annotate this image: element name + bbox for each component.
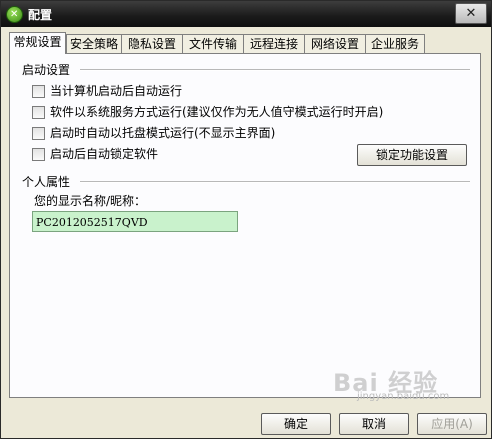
apply-button[interactable]: 应用(A): [417, 413, 487, 435]
tab-enterprise[interactable]: 企业服务: [365, 34, 425, 53]
tray-mode-label: 启动时自动以托盘模式运行(不显示主界面): [50, 126, 276, 140]
cancel-button[interactable]: 取消: [339, 413, 409, 435]
auto-lock-checkbox[interactable]: [32, 148, 45, 161]
personal-divider: [80, 181, 470, 183]
title-bar[interactable]: 配置 ✕: [1, 1, 491, 27]
ok-button[interactable]: 确定: [261, 413, 331, 435]
config-window: 配置 ✕ 常规设置 安全策略 隐私设置 文件传输 远程连接 网络设置 企业服务 …: [0, 0, 492, 439]
display-name-label: 您的显示名称/昵称：: [34, 194, 147, 208]
tray-mode-checkbox[interactable]: [32, 127, 45, 140]
close-button[interactable]: ✕: [455, 3, 487, 24]
tab-file-transfer[interactable]: 文件传输: [182, 34, 244, 53]
autorun-label: 当计算机启动后自动运行: [50, 84, 183, 98]
window-title: 配置: [28, 8, 53, 22]
tab-security[interactable]: 安全策略: [66, 34, 122, 53]
tab-privacy[interactable]: 隐私设置: [121, 34, 183, 53]
lock-settings-button[interactable]: 锁定功能设置: [357, 144, 467, 166]
startup-divider: [80, 69, 470, 71]
tab-remote[interactable]: 远程连接: [243, 34, 305, 53]
close-icon: ✕: [465, 6, 477, 21]
tab-network[interactable]: 网络设置: [304, 34, 366, 53]
startup-group-title: 启动设置: [22, 63, 71, 77]
service-mode-label: 软件以系统服务方式运行(建议仅作为无人值守模式运行时开启): [50, 105, 384, 119]
personal-group-title: 个人属性: [22, 175, 71, 189]
service-mode-checkbox[interactable]: [32, 106, 45, 119]
settings-panel: 启动设置 当计算机启动后自动运行 软件以系统服务方式运行(建议仅作为无人值守模式…: [9, 53, 481, 398]
auto-lock-label: 启动后自动锁定软件: [50, 147, 159, 161]
tab-general[interactable]: 常规设置: [9, 32, 66, 54]
app-logo-icon: [6, 6, 23, 23]
display-name-input[interactable]: PC2012052517QVD: [32, 211, 238, 232]
baidu-watermark: Bai 经验 jingyan.baidu.com: [333, 363, 449, 402]
watermark-url: jingyan.baidu.com: [357, 391, 450, 402]
autorun-checkbox[interactable]: [32, 85, 45, 98]
